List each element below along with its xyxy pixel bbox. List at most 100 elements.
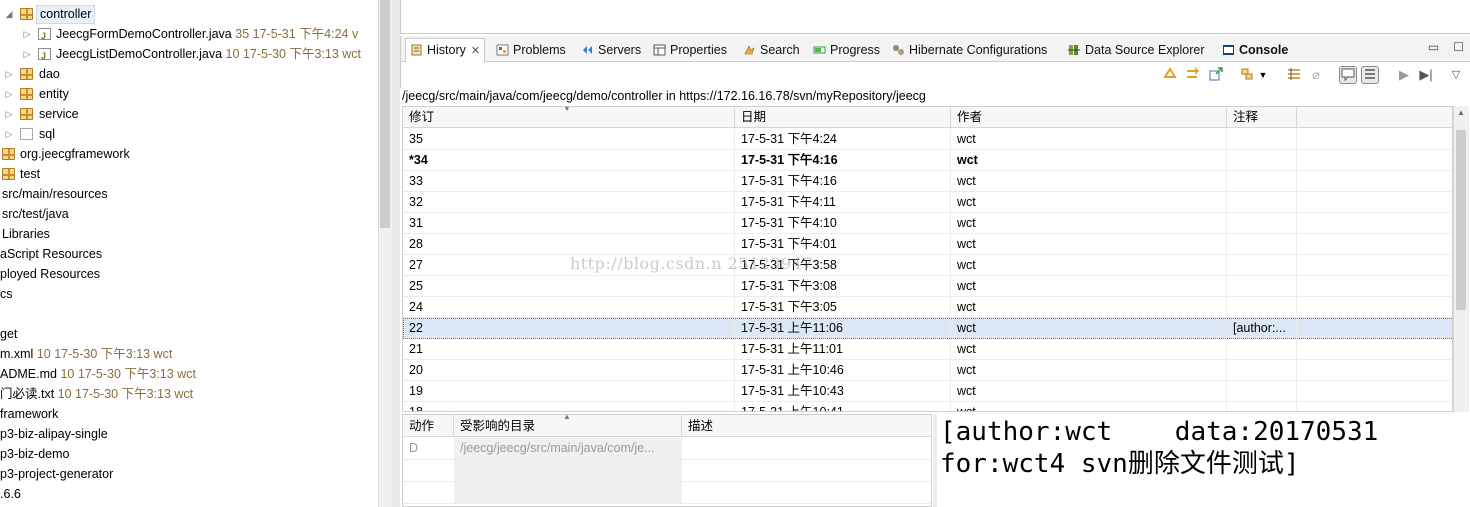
table-row[interactable]: 19 17-5-31 上午10:43 wct [403,381,1452,402]
commit-comment-text[interactable]: [author:wct data:20170531 for:wct4 svn删除… [937,414,1470,507]
author-cell: wct [951,129,1227,149]
table-row[interactable]: 20 17-5-31 上午10:46 wct [403,360,1452,381]
collapse-arrow-icon[interactable]: ▷ [4,124,14,144]
history-scrollbar-thumb[interactable] [1456,130,1466,310]
close-icon[interactable]: ✕ [471,45,480,57]
tab-label: Properties [670,43,727,57]
group-by-icon[interactable] [1239,66,1257,84]
tree-item-label: service [39,107,79,121]
collapse-arrow-icon[interactable]: ▷ [4,64,14,84]
tab-properties[interactable]: Properties [653,40,727,60]
collapse-arrow-icon[interactable]: ▷ [4,84,14,104]
minimize-icon[interactable]: ▭ [1428,40,1439,54]
comment-cell [1227,297,1297,317]
collapse-arrow-icon[interactable]: ▷ [22,24,32,44]
table-row[interactable]: 35 17-5-31 下午4:24 wct [403,129,1452,150]
author-cell: wct [951,339,1227,359]
console-icon [1222,42,1235,55]
tree-item-java-file[interactable]: ▷ JeecgListDemoController.java 10 17-5-3… [0,44,378,66]
refresh-icon[interactable] [1161,66,1179,84]
column-header-description[interactable]: 描述 [682,415,931,437]
rev-cell: *34 [403,150,735,170]
comment-cell [1227,234,1297,254]
table-row[interactable]: 25 17-5-31 下午3:08 wct [403,276,1452,297]
comment-cell [1227,213,1297,233]
tab-history[interactable]: History ✕ [405,38,486,62]
comment-cell [1227,150,1297,170]
column-header-action[interactable]: 动作 [403,415,454,437]
tree-item-label: aScript Resources [0,247,103,261]
table-row[interactable]: 24 17-5-31 下午3:05 wct [403,297,1452,318]
java-file-icon [38,26,51,46]
maximize-icon[interactable]: ☐ [1453,40,1464,54]
servers-icon [581,42,594,54]
table-row[interactable]: *34 17-5-31 下午4:16 wct [403,150,1452,171]
table-row[interactable]: 33 17-5-31 下午4:16 wct [403,171,1452,192]
tree-item-label: dao [39,67,60,81]
pane-divider[interactable] [392,0,400,507]
progress-icon [813,42,826,54]
tab-hibernate-configurations[interactable]: Hibernate Configurations [892,40,1047,60]
column-header-comment[interactable]: 注释 [1227,107,1297,128]
tree-item-pom-xml[interactable]: m.xml 10 17-5-30 下午3:13 wct [0,344,378,364]
export-icon[interactable] [1207,66,1225,84]
table-row[interactable]: 28 17-5-31 下午4:01 wct [403,234,1452,255]
affected-paths-table[interactable]: 动作 受影响的目录 ▲ 描述 D /jeecg/jeecg/src/main/j… [402,414,932,507]
editor-area [400,0,1470,34]
package-explorer-tree[interactable]: ◢ controller ▷ JeecgFormDemoController.j… [0,0,378,507]
tab-progress[interactable]: Progress [813,40,880,60]
clear-icon[interactable]: ⌀ [1307,66,1325,84]
tab-console[interactable]: Console [1222,40,1288,60]
comment-cell [1227,129,1297,149]
table-row[interactable]: 31 17-5-31 下午4:10 wct [403,213,1452,234]
tab-label: Problems [513,43,566,57]
table-row[interactable]: 27 17-5-31 下午3:58 wct [403,255,1452,276]
table-row[interactable]: 21 17-5-31 上午11:01 wct [403,339,1452,360]
svn-decoration: 10 17-5-30 下午3:13 wct [60,367,196,381]
rev-cell: 21 [403,339,735,359]
scroll-up-icon[interactable]: ▲ [1457,108,1465,117]
comment-cell [1227,381,1297,401]
tree-item-txt-file[interactable]: 门必读.txt 10 17-5-30 下午3:13 wct [0,384,378,404]
table-row[interactable]: 22 17-5-31 上午11:06 wct [author:... [403,318,1452,339]
column-header-author[interactable]: 作者 [951,107,1227,128]
history-table[interactable]: 修订 ▼ 日期 作者 注释 35 17-5-31 下午4:24 wct *34 17-5… [402,106,1453,412]
show-comments-icon[interactable] [1339,66,1357,84]
tree-item-label: .6.6 [0,487,21,501]
tab-problems[interactable]: Problems [496,40,566,60]
author-cell: wct [951,297,1227,317]
tree-item-java-file[interactable]: ▷ JeecgFormDemoController.java 35 17-5-3… [0,24,378,46]
data-source-icon [1068,42,1081,55]
tree-scrollbar-thumb[interactable] [380,0,390,228]
table-row[interactable]: 32 17-5-31 下午4:11 wct [403,192,1452,213]
expand-arrow-icon[interactable]: ◢ [4,4,14,24]
date-cell: 17-5-31 下午4:11 [735,192,951,212]
view-menu-icon[interactable]: ▽ [1447,66,1465,84]
comment-cell: [author:... [1227,318,1297,338]
link-with-editor-icon[interactable] [1184,66,1202,84]
tab-label: Data Source Explorer [1085,43,1205,57]
sort-arrow-icon: ▼ [563,106,571,113]
column-header-date[interactable]: 日期 [735,107,951,128]
tree-item-label: framework [0,407,59,421]
tree-item-label: p3-project-generator [0,467,114,481]
collapse-arrow-icon[interactable]: ▷ [4,104,14,124]
chevron-down-icon[interactable]: ▼ [1257,66,1269,84]
tab-search[interactable]: Search [743,40,800,60]
date-cell: 17-5-31 上午11:06 [735,318,951,338]
rev-cell: 32 [403,192,735,212]
tree-item-controller[interactable]: ◢ controller [0,4,378,24]
skip-forward-icon[interactable]: ▶| [1417,66,1435,84]
collapse-arrow-icon[interactable]: ▷ [22,44,32,64]
tab-servers[interactable]: Servers [581,40,641,60]
show-affected-paths-icon[interactable] [1361,66,1379,84]
comment-cell [1227,276,1297,296]
table-row[interactable]: D /jeecg/jeecg/src/main/java/com/je... [403,438,931,460]
compare-icon[interactable] [1285,66,1303,84]
tree-item-label: p3-biz-alipay-single [0,427,108,441]
play-icon[interactable]: ▶ [1395,66,1413,84]
rev-cell: 28 [403,234,735,254]
table-row[interactable]: 18 17-5-31 上午10:41 wct [403,402,1452,411]
tree-item-readme[interactable]: ADME.md 10 17-5-30 下午3:13 wct [0,364,378,384]
tab-data-source-explorer[interactable]: Data Source Explorer [1068,40,1205,60]
